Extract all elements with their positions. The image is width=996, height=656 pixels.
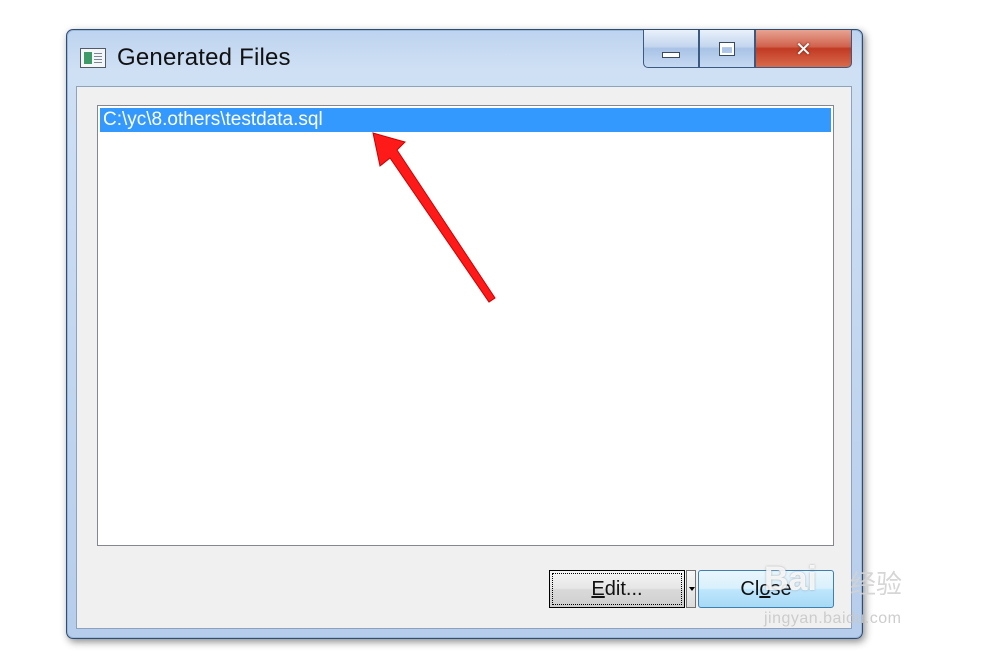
watermark-url: jingyan.baidu.com <box>764 610 902 627</box>
dialog-client-area: C:\yc\8.others\testdata.sql Edit... Cl o s… <box>76 86 852 629</box>
watermark-logo: Bai <box>764 560 817 598</box>
edit-dropdown-arrow[interactable] <box>686 570 696 608</box>
baidu-watermark: Bai 经验 jingyan.baidu.com <box>758 548 948 638</box>
list-item[interactable]: C:\yc\8.others\testdata.sql <box>100 108 831 132</box>
maximize-button[interactable] <box>699 30 755 68</box>
caption-buttons: ✕ <box>643 30 852 69</box>
edit-label: dit... <box>604 577 643 600</box>
generated-files-list[interactable]: C:\yc\8.others\testdata.sql <box>97 105 834 546</box>
minimize-button[interactable] <box>643 30 699 68</box>
generated-files-window: Generated Files ✕ C:\yc\8.others\testdat… <box>66 29 863 639</box>
window-title: Generated Files <box>117 44 291 71</box>
watermark-jingyan: 经验 <box>850 569 903 599</box>
app-window-icon[interactable] <box>80 48 106 68</box>
minimize-icon <box>662 51 680 58</box>
edit-accelerator: E <box>591 577 605 600</box>
close-icon: ✕ <box>795 36 812 61</box>
title-bar[interactable]: Generated Files ✕ <box>67 30 862 86</box>
maximize-icon <box>719 41 735 56</box>
close-window-button[interactable]: ✕ <box>755 30 852 68</box>
edit-button[interactable]: Edit... <box>549 570 685 608</box>
close-label-pre: Cl <box>740 577 760 600</box>
